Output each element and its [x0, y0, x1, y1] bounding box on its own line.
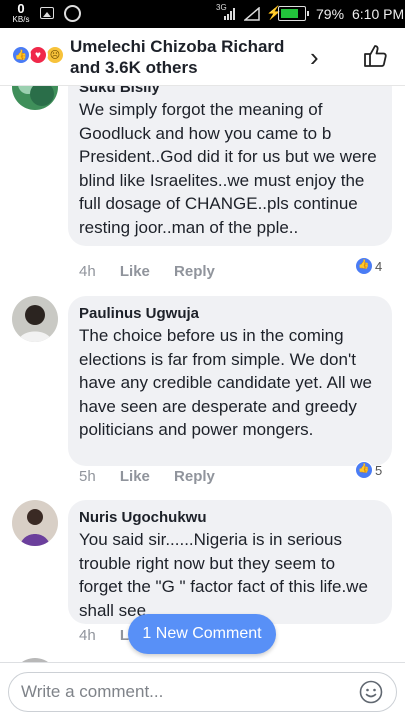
like-badge-icon: [355, 461, 373, 479]
like-reaction-icon: 👍: [11, 45, 31, 65]
chevron-right-icon[interactable]: ›: [310, 42, 319, 73]
gallery-notification-icon: [40, 7, 54, 19]
speed-unit: KB/s: [12, 15, 30, 24]
sad-reaction-icon: ☹: [45, 45, 65, 65]
battery-percent: 79%: [316, 6, 345, 22]
comment-author[interactable]: Nuris Ugochukwu: [79, 508, 382, 528]
comment-time: 4h: [79, 263, 96, 280]
comment-author[interactable]: Paulinus Ugwuja: [79, 304, 382, 324]
cell-signal-icon: [244, 7, 260, 21]
clock: 6:10 PM: [352, 6, 405, 22]
reply-link[interactable]: Reply: [174, 468, 215, 485]
reaction-count-value: 5: [375, 462, 383, 478]
comment-text: We simply forgot the meaning of Goodluck…: [79, 100, 377, 237]
status-bar: 0 KB/s 3G ⚡ 79% 6:10 PM: [0, 0, 405, 28]
battery-icon: [278, 6, 309, 21]
avatar[interactable]: [12, 296, 58, 342]
avatar-image: [12, 500, 58, 546]
network-speed: 0 KB/s: [8, 2, 34, 24]
like-badge-icon: [355, 257, 373, 275]
signal-icon: [224, 8, 235, 20]
comment-input-box[interactable]: [8, 672, 397, 712]
comment-bubble[interactable]: Nuris Ugochukwu You said sir......Nigeri…: [68, 500, 392, 624]
reactors-line-1: Umelechi Chizoba Richard: [70, 37, 285, 56]
reply-link[interactable]: Reply: [174, 263, 215, 280]
comment-composer: [0, 662, 405, 720]
new-comment-button[interactable]: 1 New Comment: [128, 614, 276, 654]
comment-text: The choice before us in the coming elect…: [79, 326, 372, 439]
avatar-image: [12, 296, 58, 342]
comment-bubble[interactable]: Paulinus Ugwuja The choice before us in …: [68, 296, 392, 466]
reaction-count[interactable]: 4: [355, 257, 382, 277]
love-reaction-icon: ♥: [28, 45, 48, 65]
comment-bubble[interactable]: Suku Bisily We simply forgot the meaning…: [68, 86, 392, 246]
comment-input[interactable]: [21, 673, 341, 711]
comment-time: 5h: [79, 468, 96, 485]
comment-actions: 4h Like Reply: [79, 263, 235, 280]
reactors-summary[interactable]: Umelechi Chizoba Richard and 3.6K others: [70, 36, 284, 78]
reactors-line-2: and 3.6K others: [70, 58, 198, 77]
reaction-count-value: 4: [375, 258, 383, 274]
whatsapp-notification-icon: [64, 5, 81, 22]
comment-time: 4h: [79, 627, 96, 644]
reaction-count[interactable]: 5: [355, 461, 382, 481]
like-link[interactable]: Like: [120, 468, 150, 485]
battery-level: [281, 9, 298, 18]
speed-value: 0: [17, 1, 25, 16]
avatar[interactable]: [12, 86, 58, 110]
like-button-icon[interactable]: [362, 43, 388, 69]
reactions-header[interactable]: 👍 ♥ ☹ Umelechi Chizoba Richard and 3.6K …: [0, 28, 405, 86]
comments-list[interactable]: Suku Bisily We simply forgot the meaning…: [0, 86, 405, 662]
emoji-icon[interactable]: [359, 680, 383, 704]
like-link[interactable]: Like: [120, 263, 150, 280]
avatar-image: [12, 86, 58, 110]
comment-text: You said sir......Nigeria is in serious …: [79, 530, 368, 620]
avatar[interactable]: [12, 500, 58, 546]
comment-author[interactable]: Suku Bisily: [79, 86, 382, 98]
comment-actions: 5h Like Reply: [79, 468, 235, 485]
